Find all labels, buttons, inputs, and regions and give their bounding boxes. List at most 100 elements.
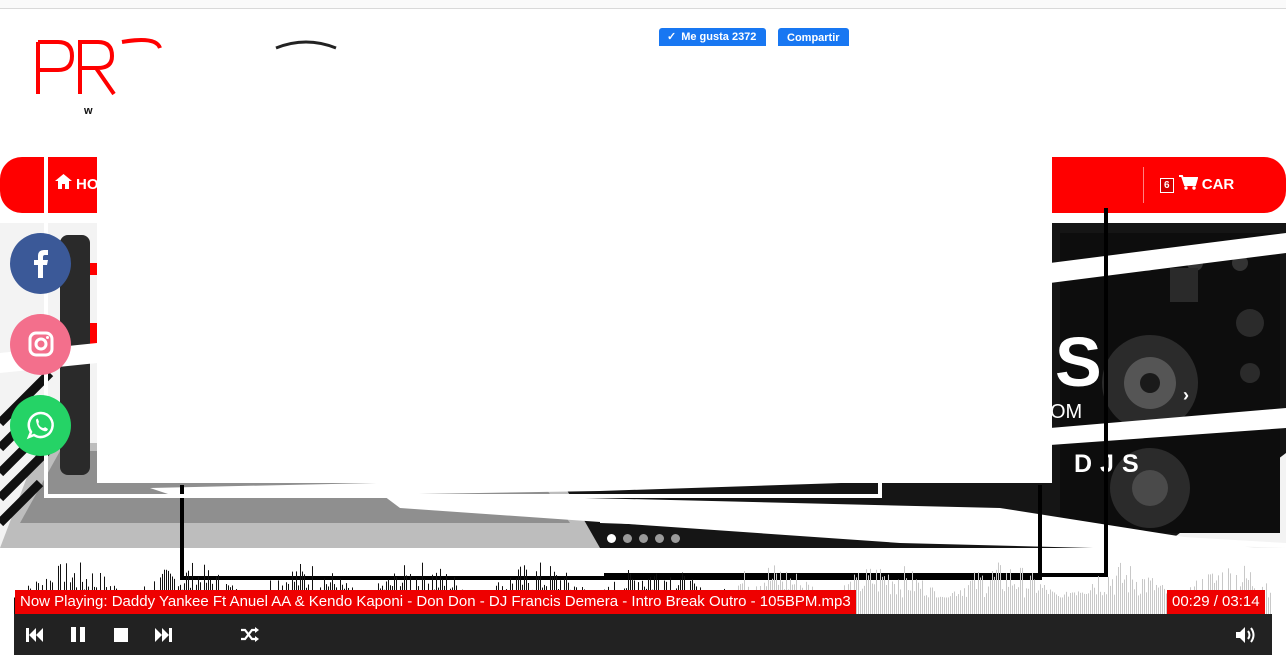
waveform-bar xyxy=(1046,589,1047,614)
waveform-bar xyxy=(1062,597,1063,614)
waveform-bar xyxy=(1164,588,1165,614)
waveform-bar xyxy=(1074,592,1075,614)
volume-button[interactable] xyxy=(1232,614,1260,655)
waveform-bar xyxy=(950,596,951,614)
waveform-bar xyxy=(896,594,897,614)
waveform-bar xyxy=(874,584,875,614)
audio-player-controls xyxy=(14,614,1272,655)
instagram-social-button[interactable] xyxy=(10,314,71,375)
waveform-bar xyxy=(1036,592,1037,614)
browser-top-strip xyxy=(0,0,1286,9)
waveform-bar xyxy=(1148,577,1149,614)
facebook-like-button[interactable]: ✓ Me gusta 2372 xyxy=(659,28,767,46)
waveform-bar xyxy=(942,596,943,614)
waveform-bar xyxy=(956,596,957,614)
waveform-bar xyxy=(1040,584,1041,614)
waveform-bar xyxy=(1156,584,1157,614)
waveform-bar xyxy=(924,595,925,614)
waveform-bar xyxy=(1054,592,1055,614)
svg-text:w: w xyxy=(83,105,93,117)
stop-button[interactable] xyxy=(107,614,135,655)
waveform-bar xyxy=(980,577,981,614)
waveform-bar xyxy=(960,590,961,614)
next-icon xyxy=(155,627,172,642)
waveform-bar xyxy=(1122,582,1123,614)
overlay-frame-white xyxy=(44,150,882,498)
waveform-bar xyxy=(1152,578,1153,614)
waveform-bar xyxy=(1084,593,1085,614)
track-time: 00:29 / 03:14 xyxy=(1167,590,1265,614)
waveform-bar xyxy=(1086,594,1087,614)
facebook-social-button[interactable] xyxy=(10,233,71,294)
waveform-bar xyxy=(984,597,985,614)
waveform-bar xyxy=(1060,597,1061,614)
waveform-bar xyxy=(1118,566,1119,614)
waveform-bar xyxy=(1070,593,1071,614)
cart-count-badge: 6 xyxy=(1160,177,1174,193)
waveform-bar xyxy=(1116,575,1117,614)
waveform-bar xyxy=(1056,594,1057,614)
waveform-bar xyxy=(1150,580,1151,614)
waveform-bar xyxy=(1080,592,1081,614)
waveform-bar xyxy=(1088,593,1089,614)
waveform-bar xyxy=(992,570,993,614)
waveform-bar xyxy=(1134,589,1135,614)
waveform-bar xyxy=(1020,567,1021,614)
waveform-bar xyxy=(912,571,913,614)
waveform-bar xyxy=(1032,572,1033,614)
waveform-bar xyxy=(1124,579,1125,614)
waveform-bar xyxy=(966,596,967,614)
waveform-bar xyxy=(986,593,987,614)
chevron-right-icon: › xyxy=(1183,385,1189,405)
site-logo[interactable]: w xyxy=(36,38,356,118)
waveform-bar xyxy=(974,572,975,614)
waveform-bar xyxy=(856,577,857,614)
waveform-bar xyxy=(920,588,921,614)
waveform-bar xyxy=(898,579,899,614)
waveform-bar xyxy=(1270,592,1271,614)
waveform-bar xyxy=(1078,591,1079,614)
waveform-bar xyxy=(1050,589,1051,614)
waveform-bar xyxy=(868,575,869,614)
waveform-bar xyxy=(976,589,977,614)
waveform-bar xyxy=(914,591,915,614)
nav-cart-label: CAR xyxy=(1201,176,1235,193)
waveform-bar xyxy=(886,584,887,614)
waveform-bar xyxy=(1158,587,1159,614)
pause-button[interactable] xyxy=(64,614,92,655)
waveform-bar xyxy=(916,579,917,614)
waveform-bar xyxy=(990,580,991,614)
facebook-icon xyxy=(33,250,48,278)
waveform-bar xyxy=(1090,590,1091,614)
waveform-bar xyxy=(1126,575,1127,614)
waveform-bar xyxy=(1146,592,1147,614)
waveform-bar xyxy=(1132,579,1133,614)
previous-button[interactable] xyxy=(21,614,49,655)
waveform-bar xyxy=(934,591,935,614)
waveform-bar xyxy=(1076,595,1077,614)
waveform-bar xyxy=(1008,586,1009,614)
shuffle-button[interactable] xyxy=(236,614,264,655)
previous-icon xyxy=(26,627,43,642)
instagram-icon xyxy=(28,331,53,357)
waveform-bar xyxy=(1028,588,1029,614)
slider-next-button[interactable]: › xyxy=(1183,385,1189,406)
waveform-bar xyxy=(1044,584,1045,614)
waveform-bar xyxy=(1048,594,1049,614)
facebook-share-button[interactable]: Compartir xyxy=(778,28,849,46)
whatsapp-social-button[interactable] xyxy=(10,395,71,456)
stop-icon xyxy=(114,627,128,642)
like-count-label: Me gusta 2372 xyxy=(681,31,757,43)
waveform-bar xyxy=(1120,562,1121,614)
next-button[interactable] xyxy=(150,614,178,655)
waveform-bar xyxy=(932,587,933,614)
waveform-bar xyxy=(1026,588,1027,614)
waveform-bar xyxy=(952,593,953,614)
nav-cart-link[interactable]: 6 CAR xyxy=(1160,157,1234,213)
waveform-bar xyxy=(1266,583,1267,614)
waveform-bar xyxy=(988,586,989,614)
waveform-bar xyxy=(936,597,937,614)
waveform-bar xyxy=(1068,596,1069,614)
waveform-bar xyxy=(994,576,995,614)
waveform-bar xyxy=(1002,589,1003,614)
